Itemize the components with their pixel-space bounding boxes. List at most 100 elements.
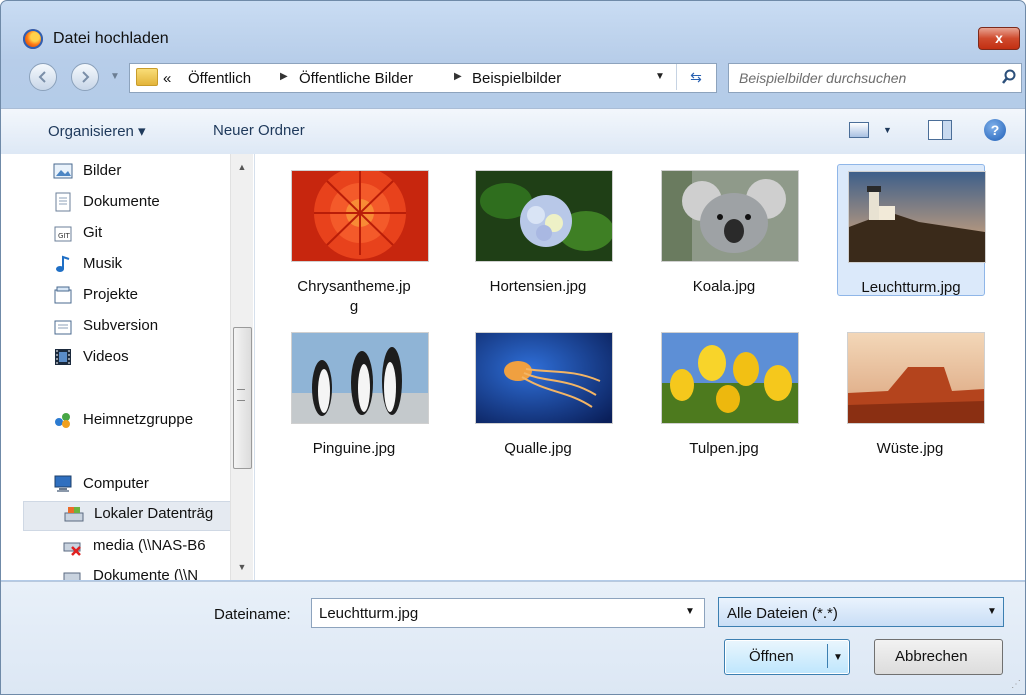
nav-item-dokumente[interactable]: Dokumente [53,190,223,218]
file-name: Wüste.jpg [876,440,944,457]
breadcrumb-oeffentlich[interactable]: Öffentlich [188,70,251,87]
open-button-label[interactable]: Öffnen [749,648,794,665]
scroll-up-arrow-icon[interactable]: ▲ [231,162,253,172]
nav-item-bilder[interactable]: Bilder [53,159,223,187]
chevron-right-icon[interactable]: ▶ [280,71,288,82]
homegroup-icon [55,413,70,428]
help-icon[interactable]: ? [984,119,1006,141]
forward-button[interactable] [71,63,99,91]
navigation-pane-scrollbar[interactable]: ▲ ▼ [230,154,253,580]
file-item[interactable]: Hortensien.jpg [465,164,613,295]
filename-dropdown-icon[interactable]: ▼ [685,606,695,617]
file-name: Chrysantheme.jp g [297,278,411,315]
chrysanthemum-thumbnail [291,170,429,262]
nav-item-label: Dokumente (\\N [93,567,199,580]
view-options-dropdown-icon[interactable]: ▼ [883,125,892,135]
navigation-pane[interactable]: Bilder Dokumente GIT Git Musik Projekte … [1,154,255,580]
git-library-icon: GIT [54,226,72,242]
scrollbar-grip [237,389,245,401]
new-folder-button[interactable]: Neuer Ordner [213,122,305,139]
file-type-value[interactable]: Alle Dateien (*.*) [727,605,838,622]
firefox-icon [23,29,43,49]
file-name: Tulpen.jpg [689,440,759,457]
forward-arrow-icon [82,71,90,83]
command-bar [1,108,1025,155]
file-item[interactable]: Chrysantheme.jp g [281,164,429,315]
nav-item-git[interactable]: GIT Git [53,221,223,249]
folder-icon [136,68,158,86]
file-item[interactable]: Wüste.jpg [837,326,985,457]
file-name: Qualle.jpg [504,440,572,457]
tulips-thumbnail [661,332,799,424]
address-dropdown-icon[interactable]: ▼ [655,71,665,82]
hydrangeas-thumbnail [475,170,613,262]
window-title: Datei hochladen [53,30,169,47]
nav-item-dokumente-drive[interactable]: Dokumente (\\N [63,564,233,580]
file-name: Pinguine.jpg [312,440,396,457]
file-item-selected[interactable]: Leuchtturm.jpg [837,164,986,296]
change-view-icon[interactable] [849,122,869,138]
file-item[interactable]: Koala.jpg [651,164,799,295]
file-list-view[interactable]: Chrysantheme.jp g Hortensien.jpg Koala.j… [255,154,1025,580]
breadcrumb-overflow[interactable]: « [163,70,171,87]
computer-icon [54,475,72,492]
file-name: Leuchtturm.jpg [861,279,961,296]
local-disk-icon [64,507,84,522]
nav-item-label: Git [83,224,103,241]
nav-item-label: Dokumente [83,193,160,210]
refresh-icon: ⇆ [690,69,702,85]
nav-item-label: Bilder [83,162,122,179]
nav-item-media-drive[interactable]: media (\\NAS-B6 [63,534,233,562]
recent-locations-dropdown[interactable]: ▼ [110,71,120,82]
filename-value[interactable]: Leuchtturm.jpg [319,605,418,622]
scroll-down-arrow-icon[interactable]: ▼ [231,562,253,572]
nav-item-computer[interactable]: Computer [53,472,223,500]
desert-thumbnail [847,332,985,424]
file-item[interactable]: Qualle.jpg [465,326,613,457]
open-options-dropdown-icon[interactable]: ▼ [833,652,843,663]
search-icon[interactable] [1001,69,1017,85]
penguins-thumbnail [291,332,429,424]
file-name: Hortensien.jpg [489,278,587,295]
svg-text:GIT: GIT [58,232,70,240]
open-button-divider [827,644,828,668]
nav-item-musik[interactable]: Musik [53,252,223,280]
videos-icon [55,349,71,365]
nav-item-subversion[interactable]: Subversion [53,314,223,342]
close-button[interactable]: x [978,27,1020,50]
nav-item-label: Videos [83,348,129,365]
file-name: Koala.jpg [692,278,756,295]
nav-item-heimnetzgruppe[interactable]: Heimnetzgruppe [53,408,223,436]
library-icon [54,320,72,335]
breadcrumb-oeffentliche-bilder[interactable]: Öffentliche Bilder [299,70,413,87]
nav-item-label: Projekte [83,286,139,303]
jellyfish-thumbnail [475,332,613,424]
nav-item-label: Lokaler Datenträg [94,505,214,522]
resize-grip-icon[interactable]: ⋰ [1011,679,1021,690]
organize-menu-button[interactable]: Organisieren ▾ [48,122,146,140]
nav-item-label: Heimnetzgruppe [83,411,194,428]
network-drive-icon [63,572,81,580]
refresh-button[interactable]: ⇆ [676,64,715,90]
file-dialog-window: Datei hochladen x ▼ « Öffentlich ▶ Öffen… [0,0,1026,695]
file-item[interactable]: Pinguine.jpg [281,326,429,457]
nav-item-projekte[interactable]: Projekte [53,283,223,311]
filename-label: Dateiname: [214,606,291,623]
back-arrow-icon [38,71,46,83]
nav-item-videos[interactable]: Videos [53,345,223,373]
lighthouse-thumbnail [848,171,986,263]
breadcrumb-beispielbilder[interactable]: Beispielbilder [472,70,561,87]
file-type-dropdown-icon[interactable]: ▼ [987,606,997,617]
preview-pane-icon[interactable] [928,120,952,140]
nav-item-local-disk[interactable]: Lokaler Datenträg [23,501,235,531]
search-placeholder: Beispielbilder durchsuchen [739,70,907,86]
back-button[interactable] [29,63,57,91]
file-item[interactable]: Tulpen.jpg [651,326,799,457]
chevron-right-icon[interactable]: ▶ [454,71,462,82]
cancel-button-label[interactable]: Abbrechen [895,648,968,665]
nav-item-label: Subversion [83,317,159,334]
koala-thumbnail [661,170,799,262]
network-drive-disconnected-icon [63,542,81,556]
library-icon [54,286,72,304]
music-icon [56,255,70,272]
